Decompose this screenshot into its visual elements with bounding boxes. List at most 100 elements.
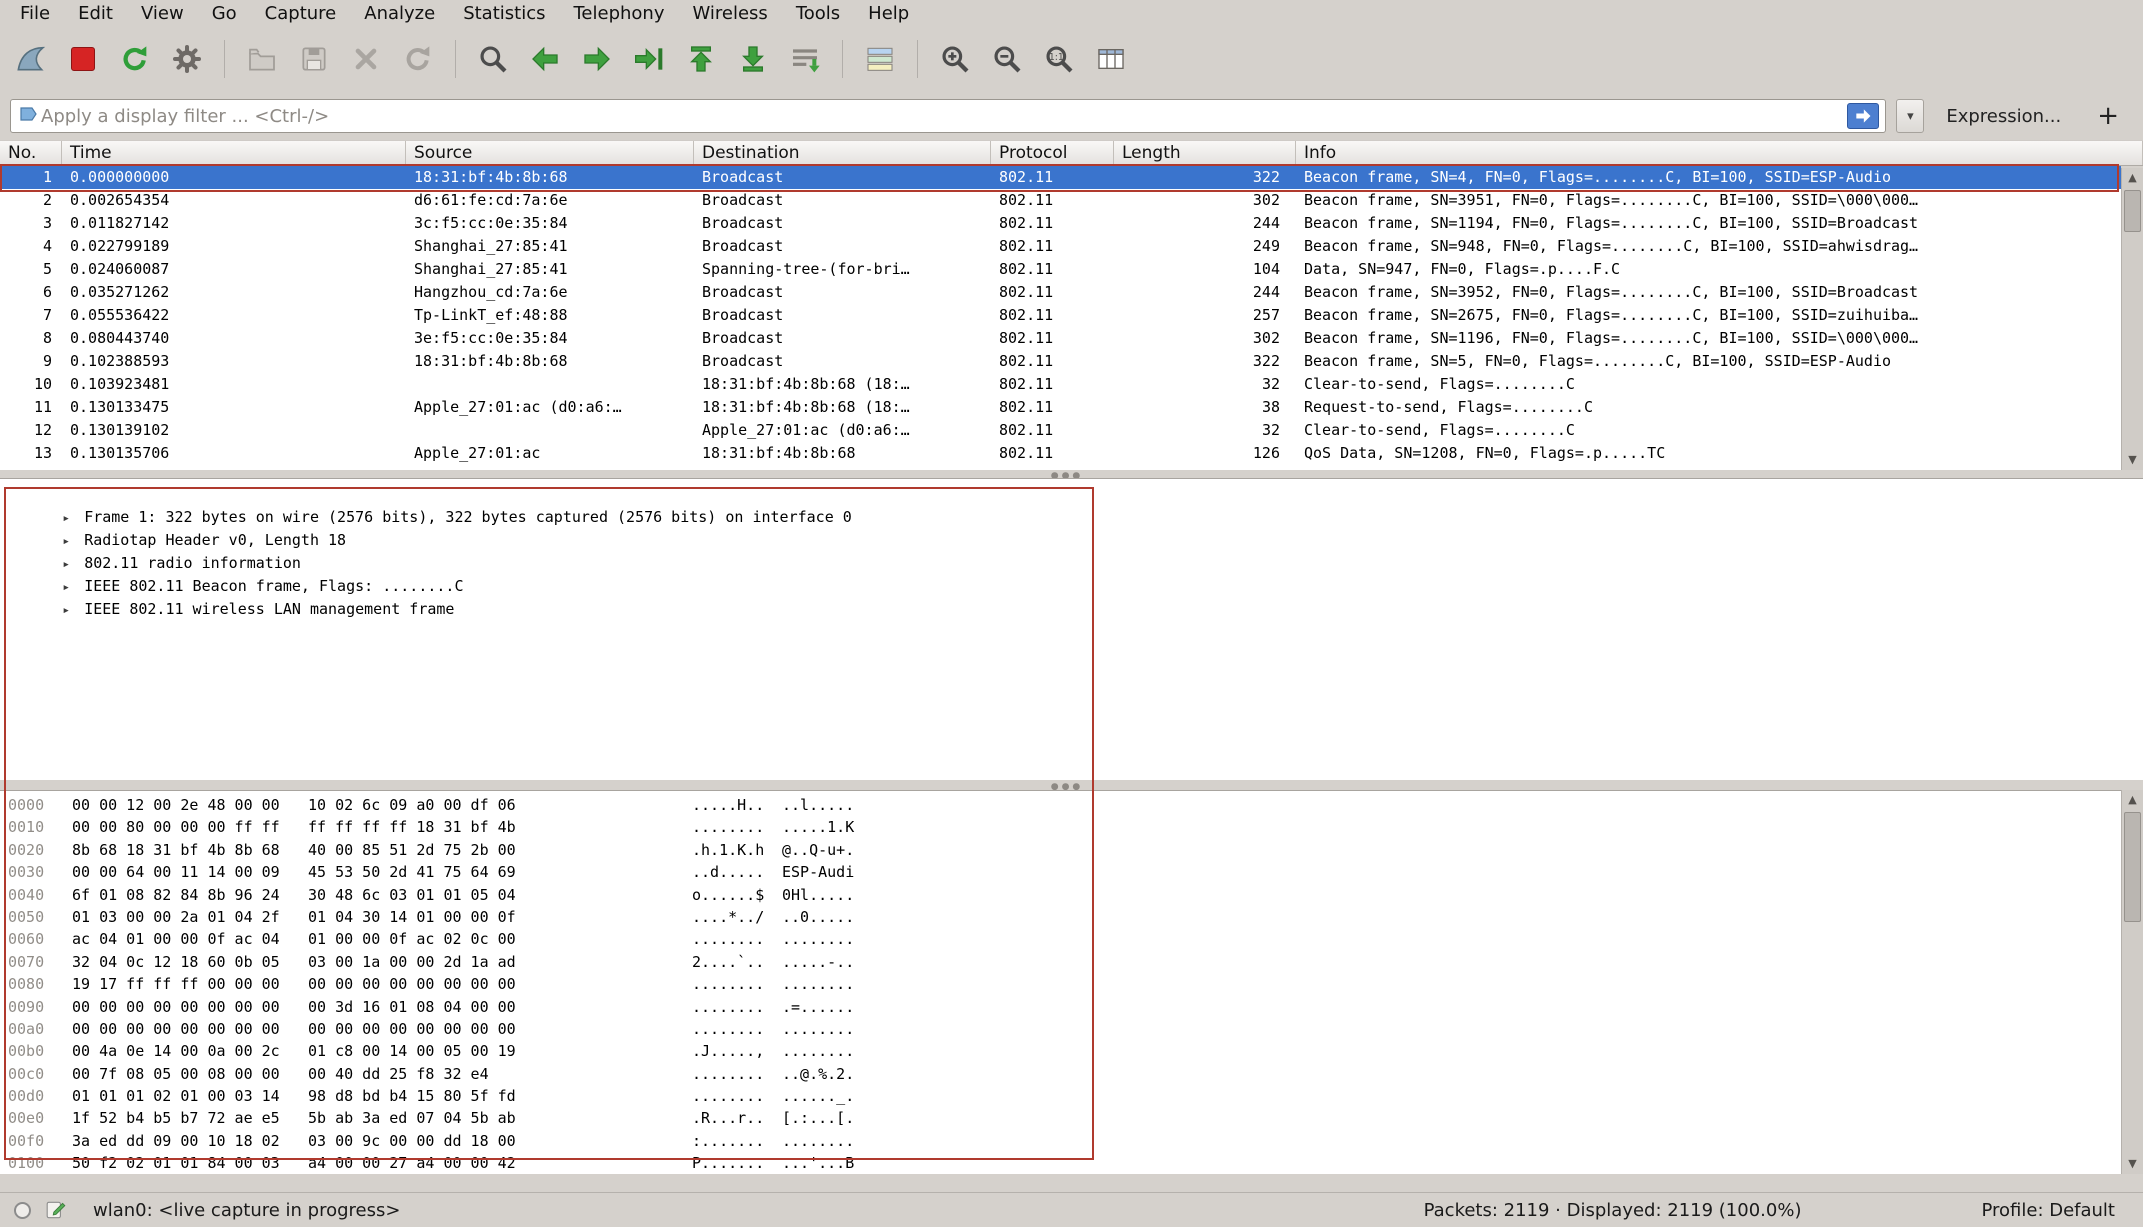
open-capture-button[interactable] bbox=[239, 35, 285, 83]
apply-filter-button[interactable] bbox=[1847, 103, 1879, 129]
hex-row[interactable]: 0050 01 03 00 00 2a 01 04 2f 01 04 30 14… bbox=[0, 906, 2121, 928]
packet-row[interactable]: 9 0.102388593 18:31:bf:4b:8b:68 Broadcas… bbox=[0, 350, 2121, 373]
capture-options-button[interactable] bbox=[164, 35, 210, 83]
packet-row[interactable]: 13 0.130135706 Apple_27:01:ac 18:31:bf:4… bbox=[0, 442, 2121, 465]
expander-icon[interactable]: ▸ bbox=[62, 553, 84, 576]
packet-list-scrollbar[interactable]: ▲ ▼ bbox=[2121, 168, 2143, 470]
display-filter-input[interactable] bbox=[41, 106, 1847, 127]
zoom-in-button[interactable] bbox=[932, 35, 978, 83]
close-capture-button[interactable] bbox=[343, 35, 389, 83]
start-capture-button[interactable] bbox=[8, 35, 54, 83]
packet-bytes-pane[interactable]: 0000 00 00 12 00 2e 48 00 00 10 02 6c 09… bbox=[0, 790, 2121, 1174]
hex-row[interactable]: 0060 ac 04 01 00 00 0f ac 04 01 00 00 0f… bbox=[0, 928, 2121, 950]
menu-item[interactable]: Capture bbox=[251, 1, 351, 26]
menu-item[interactable]: Help bbox=[854, 1, 923, 26]
auto-scroll-button[interactable] bbox=[782, 35, 828, 83]
expression-button[interactable]: Expression... bbox=[1934, 106, 2073, 127]
hex-row[interactable]: 0070 32 04 0c 12 18 60 0b 05 03 00 1a 00… bbox=[0, 951, 2121, 973]
hex-row[interactable]: 00f0 3a ed dd 09 00 10 18 02 03 00 9c 00… bbox=[0, 1130, 2121, 1152]
hex-row[interactable]: 0040 6f 01 08 82 84 8b 96 24 30 48 6c 03… bbox=[0, 884, 2121, 906]
filter-bookmark-icon[interactable] bbox=[17, 104, 41, 128]
scroll-up-icon[interactable]: ▲ bbox=[2122, 168, 2143, 188]
hex-row[interactable]: 00c0 00 7f 08 05 00 08 00 00 00 40 dd 25… bbox=[0, 1063, 2121, 1085]
capture-status-icon[interactable] bbox=[14, 1202, 31, 1219]
hex-row[interactable]: 0100 50 f2 02 01 01 84 00 03 a4 00 00 27… bbox=[0, 1152, 2121, 1174]
packet-row[interactable]: 2 0.002654354 d6:61:fe:cd:7a:6e Broadcas… bbox=[0, 189, 2121, 212]
menu-item[interactable]: Edit bbox=[64, 1, 127, 26]
menu-item[interactable]: Tools bbox=[782, 1, 854, 26]
packet-row[interactable]: 6 0.035271262 Hangzhou_cd:7a:6e Broadcas… bbox=[0, 281, 2121, 304]
packet-row[interactable]: 12 0.130139102 Apple_27:01:ac (d0:a6:… 8… bbox=[0, 419, 2121, 442]
restart-capture-button[interactable] bbox=[112, 35, 158, 83]
pane-splitter[interactable]: ●●● bbox=[0, 780, 2143, 790]
stop-capture-button[interactable] bbox=[60, 35, 106, 83]
cell-time: 0.130135706 bbox=[62, 442, 406, 465]
menu-item[interactable]: View bbox=[127, 1, 198, 26]
resize-columns-button[interactable] bbox=[1088, 35, 1134, 83]
hex-row[interactable]: 0090 00 00 00 00 00 00 00 00 00 3d 16 01… bbox=[0, 996, 2121, 1018]
hex-row[interactable]: 0030 00 00 64 00 11 14 00 09 45 53 50 2d… bbox=[0, 861, 2121, 883]
hex-row[interactable]: 00b0 00 4a 0e 14 00 0a 00 2c 01 c8 00 14… bbox=[0, 1040, 2121, 1062]
packet-row[interactable]: 3 0.011827142 3c:f5:cc:0e:35:84 Broadcas… bbox=[0, 212, 2121, 235]
bytes-pane-scrollbar[interactable]: ▲ ▼ bbox=[2121, 790, 2143, 1174]
packet-row[interactable]: 7 0.055536422 Tp-LinkT_ef:48:88 Broadcas… bbox=[0, 304, 2121, 327]
packet-details-pane[interactable]: ▸Frame 1: 322 bytes on wire (2576 bits),… bbox=[0, 478, 2143, 780]
find-packet-button[interactable] bbox=[470, 35, 516, 83]
packet-row[interactable]: 11 0.130133475 Apple_27:01:ac (d0:a6:… 1… bbox=[0, 396, 2121, 419]
save-capture-button[interactable] bbox=[291, 35, 337, 83]
go-to-top-button[interactable] bbox=[678, 35, 724, 83]
menu-item[interactable]: Go bbox=[198, 1, 251, 26]
colorize-button[interactable] bbox=[857, 35, 903, 83]
scrollbar-thumb[interactable] bbox=[2124, 190, 2141, 232]
zoom-reset-button[interactable]: 1:1 bbox=[1036, 35, 1082, 83]
expander-icon[interactable]: ▸ bbox=[62, 599, 84, 622]
go-back-button[interactable] bbox=[522, 35, 568, 83]
column-header[interactable]: Length bbox=[1114, 141, 1296, 165]
go-to-packet-button[interactable] bbox=[626, 35, 672, 83]
scroll-down-icon[interactable]: ▼ bbox=[2122, 450, 2143, 470]
packet-row[interactable]: 1 0.000000000 18:31:bf:4b:8b:68 Broadcas… bbox=[0, 166, 2121, 189]
hex-row[interactable]: 0080 19 17 ff ff ff 00 00 00 00 00 00 00… bbox=[0, 973, 2121, 995]
hex-row[interactable]: 00a0 00 00 00 00 00 00 00 00 00 00 00 00… bbox=[0, 1018, 2121, 1040]
column-header[interactable]: Destination bbox=[694, 141, 991, 165]
go-forward-button[interactable] bbox=[574, 35, 620, 83]
column-header[interactable]: Protocol bbox=[991, 141, 1114, 165]
column-header[interactable]: Info bbox=[1296, 141, 2143, 165]
column-header[interactable]: Time bbox=[62, 141, 406, 165]
column-header[interactable]: No. bbox=[0, 141, 62, 165]
menu-item[interactable]: File bbox=[6, 1, 64, 26]
hex-row[interactable]: 00e0 1f 52 b4 b5 b7 72 ae e5 5b ab 3a ed… bbox=[0, 1107, 2121, 1129]
filter-dropdown-button[interactable]: ▾ bbox=[1896, 99, 1924, 133]
menu-item[interactable]: Analyze bbox=[350, 1, 449, 26]
expander-icon[interactable]: ▸ bbox=[62, 507, 84, 530]
go-to-bottom-button[interactable] bbox=[730, 35, 776, 83]
packet-row[interactable]: 10 0.103923481 18:31:bf:4b:8b:68 (18:… 8… bbox=[0, 373, 2121, 396]
menu-item[interactable]: Statistics bbox=[449, 1, 559, 26]
hex-row[interactable]: 0000 00 00 12 00 2e 48 00 00 10 02 6c 09… bbox=[0, 794, 2121, 816]
hex-row[interactable]: 0010 00 00 80 00 00 00 ff ff ff ff ff ff… bbox=[0, 816, 2121, 838]
packet-row[interactable]: 8 0.080443740 3e:f5:cc:0e:35:84 Broadcas… bbox=[0, 327, 2121, 350]
column-header[interactable]: Source bbox=[406, 141, 694, 165]
profile-label[interactable]: Profile: Default bbox=[1981, 1200, 2129, 1221]
expander-icon[interactable]: ▸ bbox=[62, 530, 84, 553]
scroll-down-icon[interactable]: ▼ bbox=[2122, 1154, 2143, 1174]
menu-item[interactable]: Telephony bbox=[559, 1, 678, 26]
zoom-out-button[interactable] bbox=[984, 35, 1030, 83]
display-filter-field[interactable] bbox=[10, 99, 1886, 133]
reload-capture-button[interactable] bbox=[395, 35, 441, 83]
packet-list[interactable]: 1 0.000000000 18:31:bf:4b:8b:68 Broadcas… bbox=[0, 166, 2121, 470]
expander-icon[interactable]: ▸ bbox=[62, 576, 84, 599]
hex-row[interactable]: 00d0 01 01 01 02 01 00 03 14 98 d8 bd b4… bbox=[0, 1085, 2121, 1107]
detail-row[interactable]: ▸Frame 1: 322 bytes on wire (2576 bits),… bbox=[0, 483, 2143, 506]
scroll-up-icon[interactable]: ▲ bbox=[2122, 790, 2143, 810]
add-filter-button[interactable]: + bbox=[2083, 101, 2133, 131]
packet-row[interactable]: 5 0.024060087 Shanghai_27:85:41 Spanning… bbox=[0, 258, 2121, 281]
packet-row[interactable]: 4 0.022799189 Shanghai_27:85:41 Broadcas… bbox=[0, 235, 2121, 258]
hex-row[interactable]: 0020 8b 68 18 31 bf 4b 8b 68 40 00 85 51… bbox=[0, 839, 2121, 861]
menu-item[interactable]: Wireless bbox=[678, 1, 781, 26]
expert-info-icon[interactable] bbox=[45, 1199, 67, 1221]
cell-time: 0.000000000 bbox=[62, 166, 406, 189]
scrollbar-thumb[interactable] bbox=[2124, 812, 2141, 922]
detail-row[interactable]: ▸IEEE 802.11 Beacon frame, Flags: ......… bbox=[0, 552, 2143, 575]
pane-splitter[interactable]: ●●● bbox=[0, 470, 2143, 478]
